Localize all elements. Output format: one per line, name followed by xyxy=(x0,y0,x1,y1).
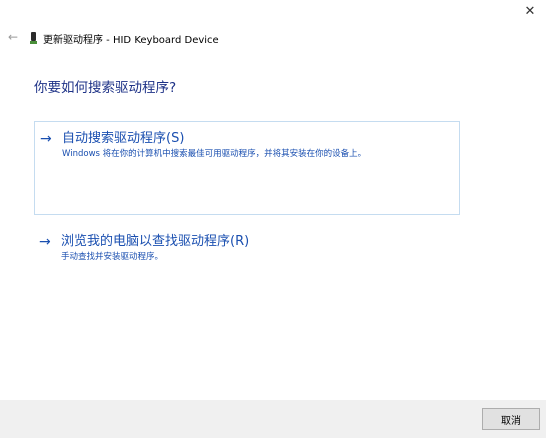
option-description: Windows 将在你的计算机中搜索最佳可用驱动程序，并将其安装在你的设备上。 xyxy=(62,149,367,159)
option-description: 手动查找并安装驱动程序。 xyxy=(61,252,164,262)
close-button[interactable]: ✕ xyxy=(514,0,546,22)
dialog-footer: 取消 xyxy=(0,400,546,438)
window-title: 更新驱动程序 - HID Keyboard Device xyxy=(43,34,219,46)
window-title-bar: 更新驱动程序 - HID Keyboard Device xyxy=(30,30,219,46)
back-arrow-icon: ← xyxy=(7,30,19,44)
search-automatically-option[interactable]: → 自动搜索驱动程序(S) Windows 将在你的计算机中搜索最佳可用驱动程序… xyxy=(34,121,460,215)
arrow-right-icon: → xyxy=(40,131,52,147)
close-icon: ✕ xyxy=(524,3,536,19)
option-title: 浏览我的电脑以查找驱动程序(R) xyxy=(61,234,250,249)
option-title: 自动搜索驱动程序(S) xyxy=(62,131,185,146)
page-heading: 你要如何搜索驱动程序? xyxy=(34,80,177,96)
arrow-right-icon: → xyxy=(39,234,51,250)
browse-computer-option[interactable]: → 浏览我的电脑以查找驱动程序(R) 手动查找并安装驱动程序。 xyxy=(34,232,460,272)
keyboard-device-icon xyxy=(30,32,37,44)
cancel-button[interactable]: 取消 xyxy=(482,408,540,430)
back-button[interactable]: ← xyxy=(6,30,20,44)
